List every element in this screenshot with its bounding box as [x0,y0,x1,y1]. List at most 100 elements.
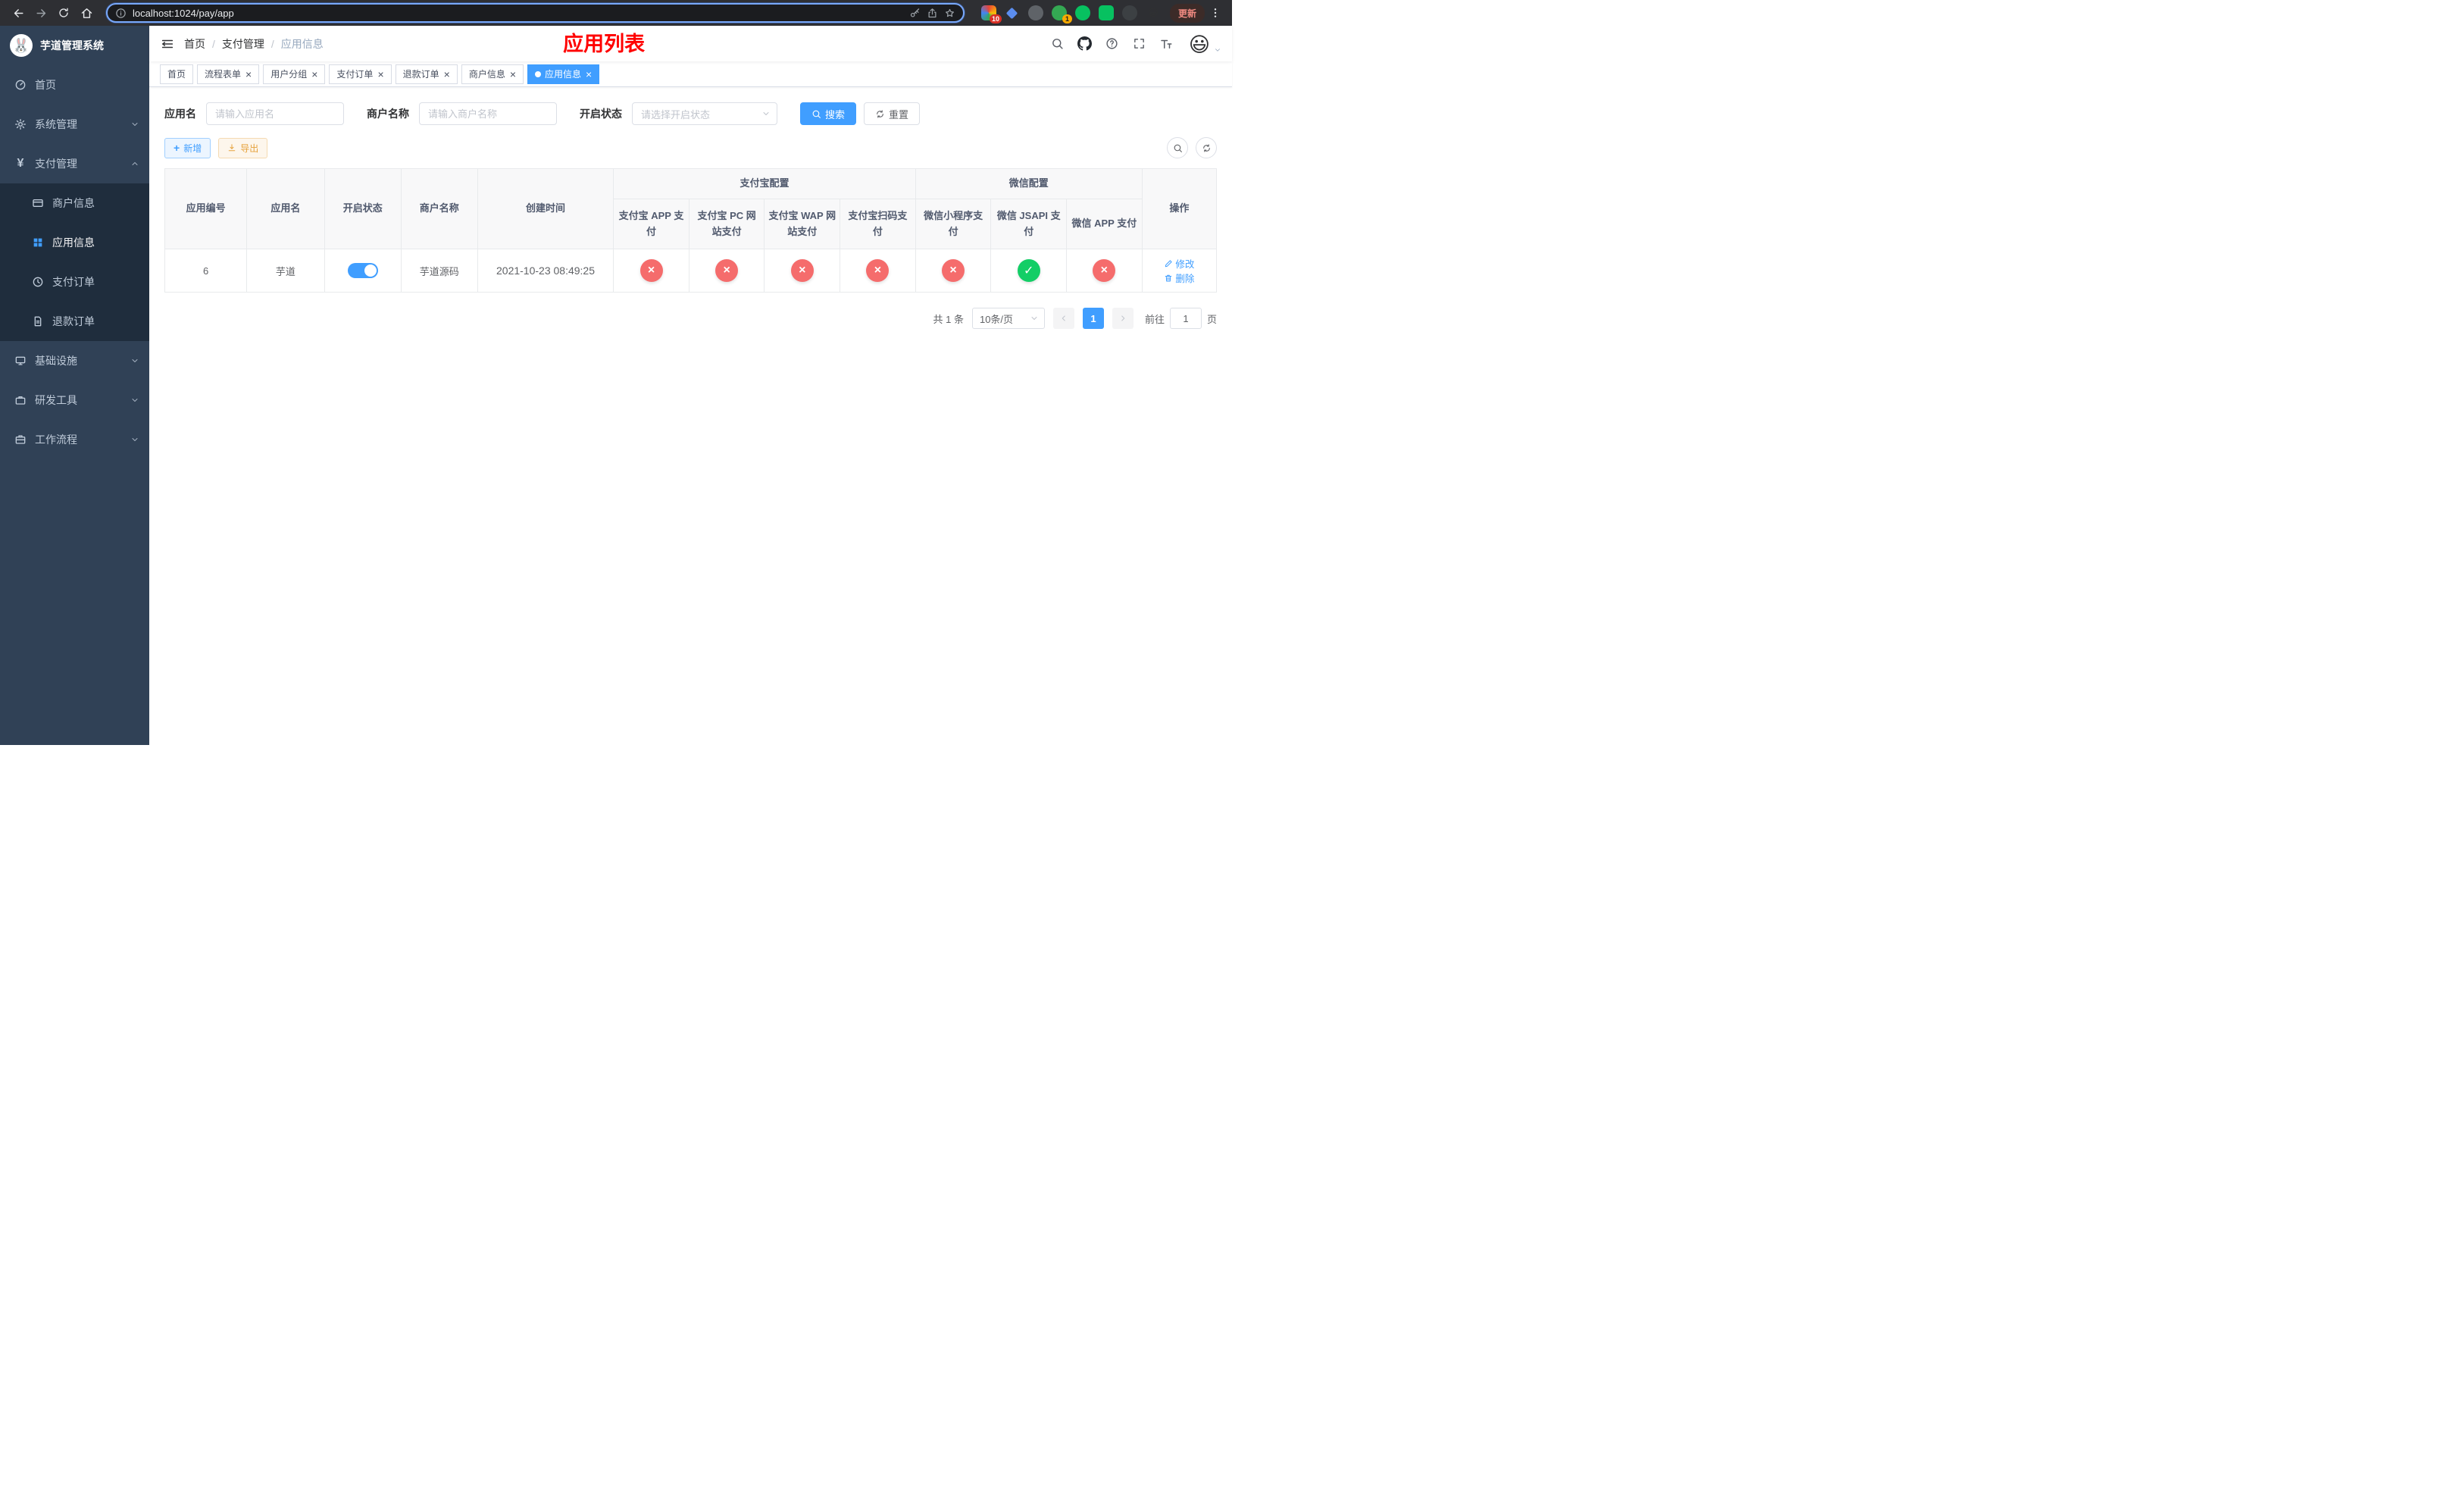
tab-home[interactable]: 首页 [160,64,194,84]
sidebar-item-home[interactable]: 首页 [0,65,149,105]
forward-arrow-icon [36,8,45,17]
cell-created: 2021-10-23 08:49:25 [477,249,614,293]
browser-reload-button[interactable] [53,2,74,23]
font-size-button[interactable] [1154,32,1178,56]
close-icon[interactable]: × [586,69,592,80]
goto-page-input[interactable] [1169,308,1202,329]
goto-prefix: 前往 [1144,313,1165,325]
close-icon[interactable]: × [311,69,317,80]
export-button[interactable]: 导出 [218,137,268,158]
card-icon [32,197,44,209]
chevron-down-icon [763,112,769,115]
password-key-icon[interactable] [909,8,921,19]
merchant-name-input[interactable] [419,102,557,125]
github-icon [1077,36,1092,51]
sidebar-item-workflow[interactable]: 工作流程 [0,420,149,459]
extension-emoji-icon[interactable]: 😀 [1146,5,1161,20]
sidebar-item-infrastructure[interactable]: 基础设施 [0,341,149,380]
status-toggle[interactable] [347,263,378,278]
tab-pay-orders[interactable]: 支付订单 × [329,64,392,84]
top-navbar: 首页 / 支付管理 / 应用信息 应用列表 😃 [149,26,1232,61]
extension-green-square-icon[interactable] [1098,5,1114,20]
refresh-table-button[interactable] [1196,137,1217,158]
share-icon[interactable] [927,8,938,19]
browser-home-button[interactable] [76,2,97,23]
fullscreen-button[interactable] [1127,32,1151,56]
bookmark-star-icon[interactable] [944,8,955,19]
close-icon[interactable]: × [377,69,383,80]
tab-process-form[interactable]: 流程表单 × [197,64,260,84]
breadcrumb: 首页 / 支付管理 / 应用信息 [184,36,324,52]
sidebar-item-dev-tools[interactable]: 研发工具 [0,380,149,420]
extension-grid-icon[interactable]: 10 [980,5,1002,23]
extension-gem-icon[interactable] [1005,5,1020,20]
sidebar-item-refund-orders[interactable]: 退款订单 [0,302,149,341]
search-button[interactable]: 搜索 [800,102,857,125]
breadcrumb-payment[interactable]: 支付管理 [222,36,264,52]
group-alipay-config: 支付宝配置 [613,168,916,199]
extension-dark-icon[interactable] [1027,5,1043,20]
extension-pin-icon[interactable] [1121,5,1137,20]
next-page-button[interactable] [1112,308,1134,329]
tab-app-info[interactable]: 应用信息 × [527,64,600,84]
main-area: 首页 / 支付管理 / 应用信息 应用列表 😃 首页 流程表单 × 用户分组 ×… [149,26,1232,745]
page-size-select[interactable]: 10条/页 [971,308,1045,329]
browser-update-button[interactable]: 更新 [1169,3,1205,23]
sidebar-item-pay-orders[interactable]: 支付订单 [0,262,149,302]
navbar-actions: 😃 [1045,32,1221,56]
avatar[interactable]: 😃 [1187,32,1212,56]
sidebar-toggle-button[interactable] [154,26,181,61]
pagination-total: 共 1 条 [933,313,964,325]
dashboard-icon [14,79,27,91]
alipay-app-status-icon: × [639,259,663,282]
address-bar[interactable]: localhost:1024/pay/app [106,3,965,23]
sidebar-item-payment[interactable]: ¥ 支付管理 [0,144,149,183]
app-logo[interactable]: 🐰 芋道管理系统 [0,26,149,65]
browser-toolbar: localhost:1024/pay/app 10 1 😀 更新 [0,0,1232,26]
document-icon [32,315,44,327]
help-button[interactable] [1099,32,1124,56]
sidebar-item-merchant-info[interactable]: 商户信息 [0,183,149,223]
reset-button[interactable]: 重置 [864,102,921,125]
reload-icon [59,8,68,17]
toggle-search-button[interactable] [1167,137,1188,158]
breadcrumb-home[interactable]: 首页 [184,36,205,52]
page-number-button[interactable]: 1 [1082,308,1104,329]
header-search-button[interactable] [1045,32,1069,56]
col-created: 创建时间 [477,168,614,249]
font-size-icon [1161,39,1172,49]
browser-menu-button[interactable] [1206,2,1224,23]
prev-page-button[interactable] [1052,308,1074,329]
close-icon[interactable]: × [444,69,450,80]
close-icon[interactable]: × [510,69,516,80]
cell-actions: 修改 删除 [1141,249,1218,293]
site-info-icon[interactable] [115,8,127,19]
tab-refund-orders[interactable]: 退款订单 × [395,64,458,84]
browser-forward-button[interactable] [30,2,52,23]
close-icon[interactable]: × [245,69,252,80]
delete-button[interactable]: 删除 [1164,271,1194,285]
add-button[interactable]: + 新增 [164,137,211,158]
extension-green-icon[interactable]: 1 [1051,5,1072,23]
monitor-icon [14,355,27,367]
cell-status [324,249,402,293]
col-alipay-app: 支付宝 APP 支付 [613,199,689,249]
chevron-down-icon [132,399,138,402]
browser-back-button[interactable] [8,2,29,23]
table-row: 6 芋道 芋道源码 2021-10-23 08:49:25 × × × × × … [164,249,1218,293]
col-merchant: 商户名称 [400,168,478,249]
tab-user-group[interactable]: 用户分组 × [263,64,326,84]
alipay-wap-status-icon: × [790,259,814,282]
url-text[interactable]: localhost:1024/pay/app [133,8,903,19]
extension-wechat-icon[interactable] [1074,5,1090,20]
tab-merchant-info[interactable]: 商户信息 × [461,64,524,84]
status-select[interactable]: 请选择开启状态 [632,102,777,125]
github-button[interactable] [1072,32,1096,56]
edit-button[interactable]: 修改 [1164,256,1194,271]
page-banner-title: 应用列表 [563,32,646,55]
user-menu[interactable]: 😃 [1187,32,1221,56]
sidebar-item-app-info[interactable]: 应用信息 [0,223,149,262]
col-alipay-wap: 支付宝 WAP 网站支付 [764,199,841,249]
sidebar-item-system[interactable]: 系统管理 [0,105,149,144]
app-name-input[interactable] [206,102,344,125]
